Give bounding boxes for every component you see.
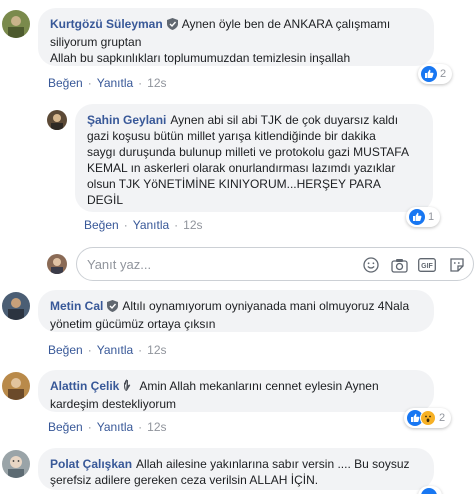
comment-bubble: Alattin Çelik Amin Allah mekanlarını cenn… xyxy=(38,370,434,412)
comment-bubble: Metin Cal Altılı oynamıyorum oyniyanada m… xyxy=(38,290,434,332)
avatar[interactable] xyxy=(2,292,30,320)
comment-text: saygı duruşunda bulunup milleti ve proto… xyxy=(87,145,409,159)
reaction-count[interactable]: 1 xyxy=(406,207,441,227)
separator: · xyxy=(174,218,179,232)
avatar[interactable] xyxy=(2,10,30,38)
reply-input[interactable] xyxy=(87,255,337,273)
comment-text: siliyorum gruptan xyxy=(50,35,142,49)
svg-text:GIF: GIF xyxy=(421,263,433,270)
separator: · xyxy=(138,76,143,90)
like-icon xyxy=(421,488,437,494)
comment-text: KEMAL ın askerleri olarak onurlandırması… xyxy=(87,161,396,175)
reply-button[interactable]: Yanıtla xyxy=(133,218,169,232)
reply-button[interactable]: Yanıtla xyxy=(97,343,133,357)
comment-text: yönetim gücümüz ortaya çıksın xyxy=(50,317,216,331)
comment-text: kardeşim destekliyorum xyxy=(50,397,177,411)
comment-text: şerefsiz adilere gereken ceza verilsin A… xyxy=(50,473,319,487)
like-button[interactable]: Beğen xyxy=(48,420,83,434)
reaction-count-value: 1 xyxy=(428,211,435,223)
timestamp[interactable]: 12s xyxy=(147,76,166,90)
current-user-avatar xyxy=(47,254,67,274)
comment-actions: Beğen · Yanıtla · 12s xyxy=(48,420,167,434)
separator: · xyxy=(123,218,128,232)
comment-text: Altılı oynamıyorum oyniyanada mani olmuy… xyxy=(122,299,410,313)
reaction-count[interactable]: 2 xyxy=(418,64,453,84)
separator: · xyxy=(138,343,143,357)
emoji-icon[interactable] xyxy=(361,255,381,275)
comment-author[interactable]: Metin Cal xyxy=(50,299,103,313)
comment-bubble: Polat Çalışkan Allah ailesine yakınlarına… xyxy=(38,448,434,490)
comment-text: Aynen öyle ben de ANKARA çalışmamı xyxy=(181,17,391,31)
comment-text: Allah bu sapkınlıkları toplumumuzdan tem… xyxy=(50,51,351,65)
reaction-count-value: 2 xyxy=(440,68,447,80)
comment-text: DEGİL xyxy=(87,193,124,207)
comment-text: Aynen abi sil abi TJK de çok duyarsız ka… xyxy=(170,113,399,127)
avatar[interactable] xyxy=(2,450,30,478)
comment-text: gazi koşusu bütün millet yarışa kitlendi… xyxy=(87,129,376,143)
like-button[interactable]: Beğen xyxy=(48,343,83,357)
avatar[interactable] xyxy=(47,110,67,130)
reply-box: GIF xyxy=(76,247,474,281)
shield-icon xyxy=(107,300,119,316)
reaction-count[interactable]: 2 xyxy=(404,408,452,428)
comment-text: Allah ailesine yakınlarına sabır versin … xyxy=(136,457,410,471)
reply-button[interactable]: Yanıtla xyxy=(97,420,133,434)
timestamp[interactable]: 12s xyxy=(183,218,202,232)
comment-bubble: Kurtgözü Süleyman Aynen öyle ben de ANKAR… xyxy=(38,8,434,66)
like-icon xyxy=(421,66,437,82)
comment-actions: Beğen · Yanıtla · 12s xyxy=(84,218,203,232)
comment-text: olsun TJK YöNETİMİNE KINIYORUM...HERŞEY … xyxy=(87,177,381,191)
comment-actions: Beğen · Yanıtla · 12s xyxy=(48,343,167,357)
comment-author[interactable]: Şahin Geylani xyxy=(87,113,166,127)
timestamp[interactable]: 12s xyxy=(147,343,166,357)
reaction-count[interactable] xyxy=(418,486,442,494)
comment-bubble: Şahin Geylani Aynen abi sil abi TJK de ço… xyxy=(75,104,433,212)
camera-icon[interactable] xyxy=(389,255,409,275)
gif-icon[interactable]: GIF xyxy=(417,255,437,275)
avatar[interactable] xyxy=(2,372,30,400)
separator: · xyxy=(87,76,92,90)
comment-author[interactable]: Kurtgözü Süleyman xyxy=(50,17,163,31)
raised-hand-icon xyxy=(123,379,135,396)
separator: · xyxy=(87,343,92,357)
comment-actions: Beğen · Yanıtla · 12s xyxy=(48,76,167,90)
separator: · xyxy=(87,420,92,434)
reaction-count-value: 2 xyxy=(439,412,446,424)
like-icon xyxy=(409,209,425,225)
comment-author[interactable]: Polat Çalışkan xyxy=(50,457,132,471)
reply-button[interactable]: Yanıtla xyxy=(97,76,133,90)
separator: · xyxy=(138,420,143,434)
wow-icon xyxy=(420,410,436,426)
like-button[interactable]: Beğen xyxy=(48,76,83,90)
like-button[interactable]: Beğen xyxy=(84,218,119,232)
timestamp[interactable]: 12s xyxy=(147,420,166,434)
comment-author[interactable]: Alattin Çelik xyxy=(50,379,119,393)
comment-text: Amin Allah mekanlarını cennet eylesin Ay… xyxy=(139,379,379,393)
sticker-icon[interactable] xyxy=(447,255,467,275)
shield-icon xyxy=(166,18,178,34)
